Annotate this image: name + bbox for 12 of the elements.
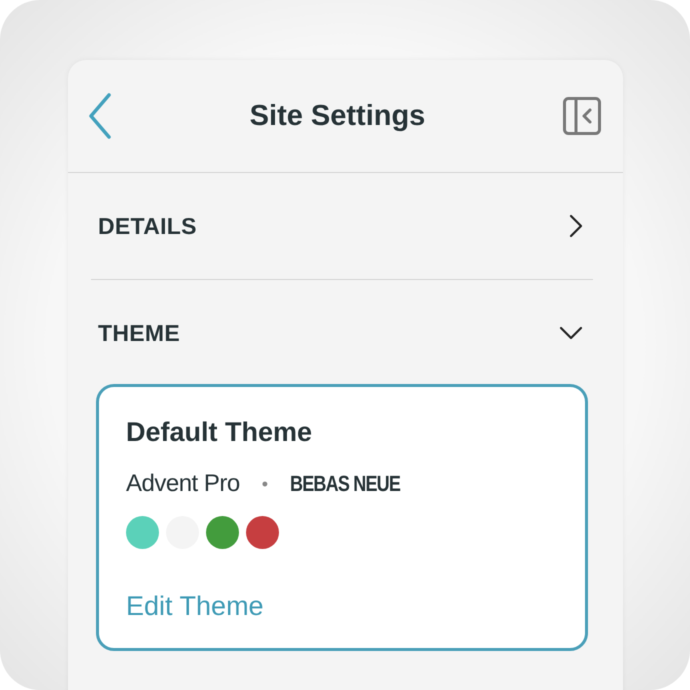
collapse-sidebar-icon[interactable]: [563, 97, 601, 135]
font-name: BEBAS NEUE: [290, 471, 400, 497]
theme-name: Default Theme: [126, 417, 314, 448]
theme-card[interactable]: Default Theme Advent Pro • BEBAS NEUE Edit Theme: [96, 384, 588, 651]
separator-dot: •: [262, 474, 268, 494]
page-title: Site Settings: [250, 100, 426, 132]
chevron-right-icon: [569, 214, 583, 238]
font-name: Advent Pro: [126, 470, 240, 498]
chevron-down-icon: [559, 326, 583, 340]
section-header[interactable]: DETAILS: [68, 173, 623, 279]
section-header[interactable]: THEME: [68, 280, 623, 386]
back-icon[interactable]: [88, 93, 112, 139]
